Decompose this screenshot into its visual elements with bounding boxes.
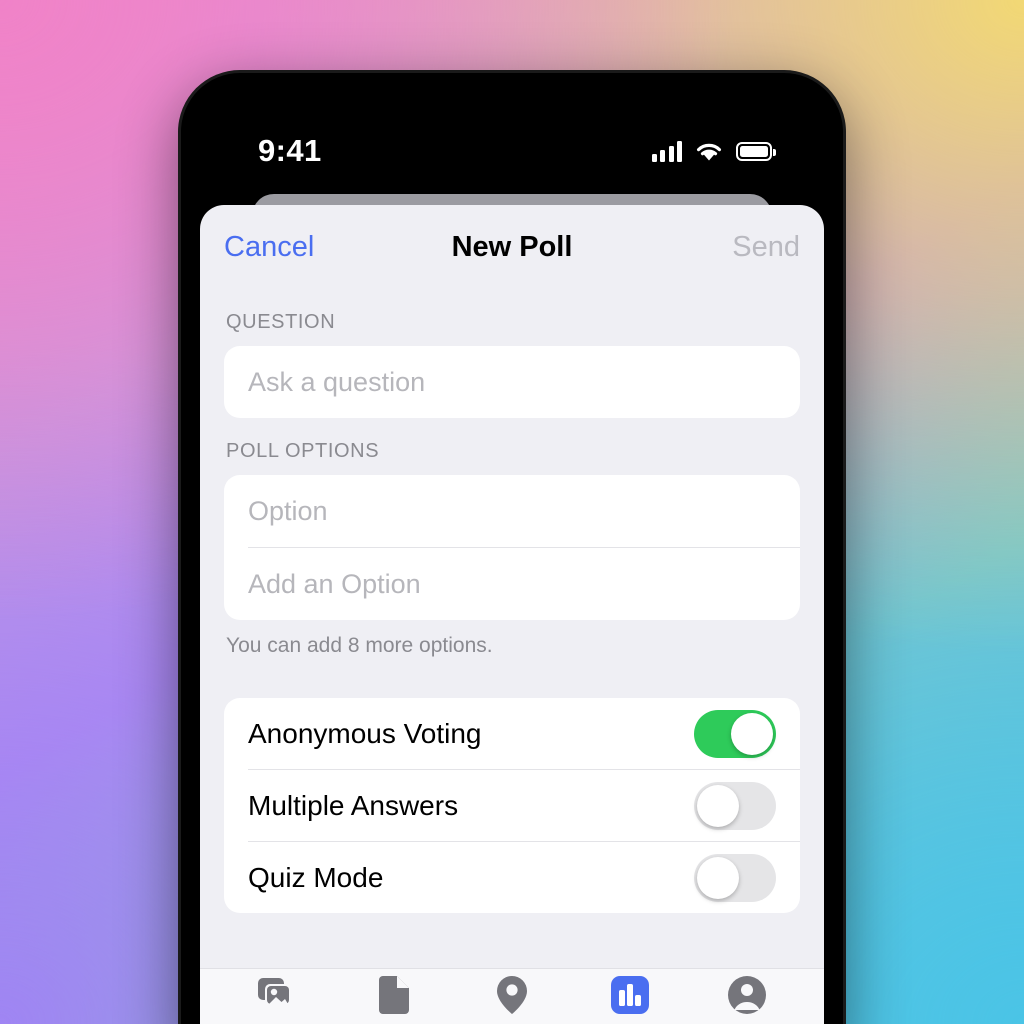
tab-contact[interactable]: Contact: [693, 975, 801, 1024]
toggle-knob: [697, 784, 739, 827]
status-clock: 9:41: [258, 133, 322, 168]
question-placeholder: Ask a question: [248, 366, 426, 397]
add-option-input[interactable]: Add an Option: [224, 548, 800, 620]
setting-label: Anonymous Voting: [248, 717, 482, 749]
cellular-signal-icon: [651, 140, 682, 162]
tab-location[interactable]: Location: [458, 975, 566, 1024]
options-remaining-hint: You can add 8 more options.: [226, 634, 493, 657]
photo-stack-icon: [257, 975, 297, 1015]
option-1-input[interactable]: Option: [224, 475, 800, 547]
setting-row-multiple-answers[interactable]: Multiple Answers: [224, 770, 800, 841]
setting-row-anonymous-voting[interactable]: Anonymous Voting: [224, 698, 800, 769]
poll-form: QUESTION Ask a question POLL OPTIONS Opt…: [200, 289, 824, 968]
add-option-placeholder: Add an Option: [248, 568, 421, 599]
page-title: New Poll: [451, 230, 573, 263]
battery-full-icon: [736, 141, 776, 161]
question-section-header: QUESTION: [226, 311, 336, 333]
option-1-placeholder: Option: [248, 495, 328, 526]
toggle-knob: [731, 712, 773, 755]
wifi-icon: [697, 143, 721, 160]
setting-row-quiz-mode[interactable]: Quiz Mode: [224, 842, 800, 913]
poll-options-section-header: POLL OPTIONS: [226, 440, 380, 462]
tab-gallery[interactable]: Gallery: [223, 975, 331, 1024]
phone-screen: 9:41 Cancel New Poll Send QUESTION Ask a…: [200, 90, 824, 1024]
multiple-answers-toggle[interactable]: [694, 781, 776, 830]
poll-options-card: Option Add an Option: [224, 475, 800, 620]
document-icon: [379, 975, 410, 1015]
setting-label: Multiple Answers: [248, 789, 459, 821]
toggle-knob: [697, 856, 739, 899]
navigation-bar: Cancel New Poll Send: [200, 205, 824, 289]
question-card: Ask a question: [224, 346, 800, 418]
quiz-mode-toggle[interactable]: [694, 853, 776, 902]
map-pin-icon: [496, 975, 527, 1015]
tab-file[interactable]: File: [340, 975, 448, 1024]
status-indicators: [651, 140, 776, 162]
phone-device-frame: 9:41 Cancel New Poll Send QUESTION Ask a…: [178, 70, 846, 1024]
bar-chart-icon: [610, 975, 649, 1015]
anonymous-voting-toggle[interactable]: [694, 709, 776, 758]
new-poll-sheet: Cancel New Poll Send QUESTION Ask a ques…: [200, 205, 824, 1024]
attachment-tab-bar: Gallery File: [200, 968, 824, 1024]
question-input[interactable]: Ask a question: [224, 346, 800, 418]
person-circle-icon: [728, 975, 767, 1015]
setting-label: Quiz Mode: [248, 861, 384, 893]
poll-settings-card: Anonymous Voting Multiple Answers Quiz M…: [224, 698, 800, 913]
status-bar: 9:41: [200, 90, 824, 182]
tab-poll[interactable]: Poll: [576, 975, 684, 1024]
